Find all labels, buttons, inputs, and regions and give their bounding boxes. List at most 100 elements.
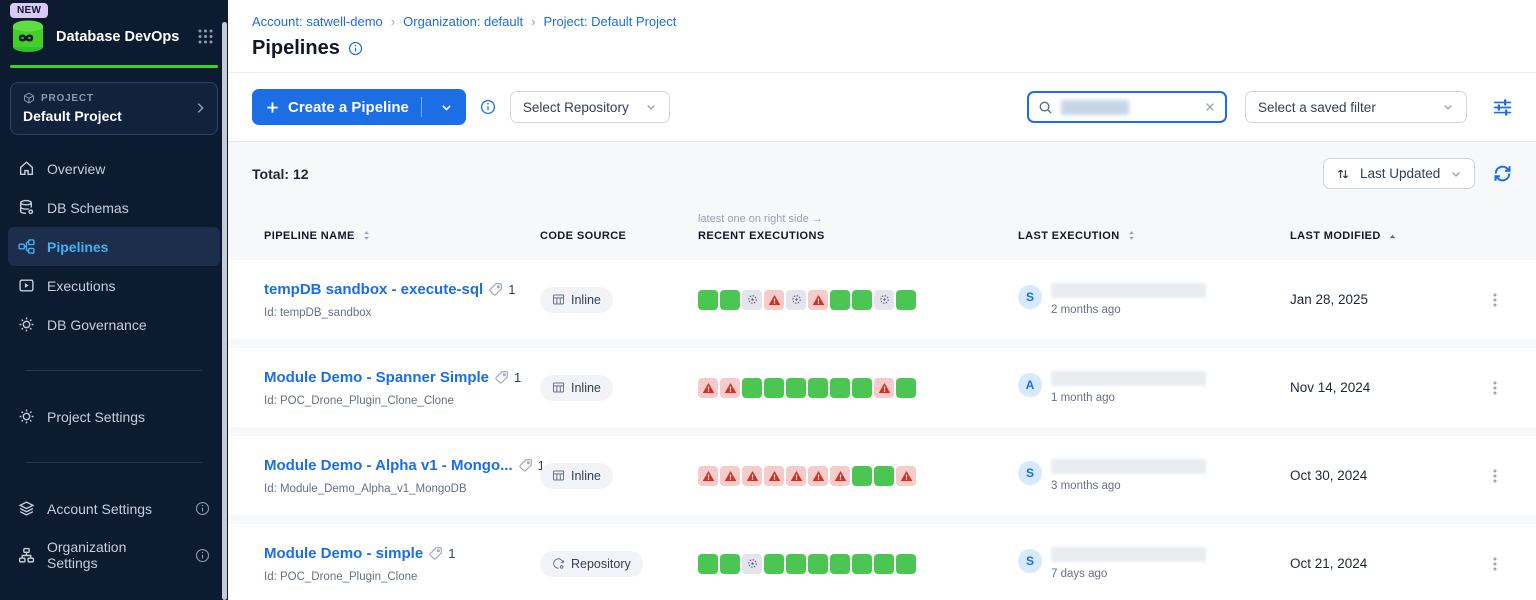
executions-note: latest one on right side → xyxy=(698,213,1018,225)
plus-icon xyxy=(265,100,280,115)
execution-status-error[interactable] xyxy=(764,290,784,310)
pipeline-name-link[interactable]: Module Demo - Spanner Simple xyxy=(264,369,489,386)
execution-status-success[interactable] xyxy=(720,554,740,574)
header-pipeline-name[interactable]: PIPELINE NAME xyxy=(264,229,540,242)
gear-icon xyxy=(18,408,35,425)
row-menu-kebab-icon[interactable] xyxy=(1488,292,1516,308)
sidebar-item-organization-settings[interactable]: Organization Settings xyxy=(8,528,220,582)
execution-status-error[interactable] xyxy=(742,466,762,486)
sidebar-scrollbar[interactable] xyxy=(222,22,227,600)
execution-status-success[interactable] xyxy=(874,466,894,486)
row-menu-kebab-icon[interactable] xyxy=(1488,380,1516,396)
pipeline-table-body: tempDB sandbox - execute-sql 1 Id: tempD… xyxy=(228,260,1536,600)
execution-status-success[interactable] xyxy=(742,378,762,398)
app-grid-icon[interactable] xyxy=(197,28,214,45)
saved-filter-dropdown[interactable]: Select a saved filter xyxy=(1245,91,1467,123)
sidebar-item-db-schemas[interactable]: DB Schemas xyxy=(8,188,220,227)
project-switcher[interactable]: PROJECT Default Project xyxy=(10,82,218,135)
chevron-down-icon[interactable] xyxy=(431,101,462,114)
execution-status-error[interactable] xyxy=(830,466,850,486)
pipeline-id: Id: tempDB_sandbox xyxy=(264,307,540,319)
select-repository-value: Select Repository xyxy=(523,100,629,115)
execution-status-success[interactable] xyxy=(852,290,872,310)
sidebar-item-overview[interactable]: Overview xyxy=(8,149,220,188)
sidebar-item-account-settings[interactable]: Account Settings xyxy=(8,489,220,528)
sort-dropdown[interactable]: Last Updated xyxy=(1323,158,1475,189)
execution-status-skipped[interactable] xyxy=(874,290,894,310)
execution-status-success[interactable] xyxy=(720,290,740,310)
execution-status-skipped[interactable] xyxy=(786,290,806,310)
execution-status-error[interactable] xyxy=(764,466,784,486)
execution-status-error[interactable] xyxy=(874,378,894,398)
execution-status-success[interactable] xyxy=(896,290,916,310)
row-menu-kebab-icon[interactable] xyxy=(1488,556,1516,572)
filter-sliders-icon[interactable] xyxy=(1493,99,1512,116)
sidebar-item-db-governance[interactable]: DB Governance xyxy=(8,305,220,344)
info-icon[interactable] xyxy=(195,548,210,563)
code-source-cell: Inline xyxy=(540,287,698,313)
execution-status-success[interactable] xyxy=(896,378,916,398)
pipeline-name-link[interactable]: Module Demo - Alpha v1 - Mongo... xyxy=(264,457,513,474)
select-repository-dropdown[interactable]: Select Repository xyxy=(510,91,670,123)
info-icon[interactable] xyxy=(348,41,363,56)
execution-status-error[interactable] xyxy=(786,466,806,486)
header-last-modified[interactable]: LAST MODIFIED xyxy=(1290,230,1474,242)
execution-status-success[interactable] xyxy=(852,466,872,486)
gear-icon xyxy=(18,316,35,333)
header-last-execution[interactable]: LAST EXECUTION xyxy=(1018,229,1290,242)
sidebar-item-label: Pipelines xyxy=(47,239,108,255)
execution-status-success[interactable] xyxy=(786,378,806,398)
sort-both-icon xyxy=(361,229,372,242)
info-icon[interactable] xyxy=(195,501,210,516)
search-input[interactable] xyxy=(1027,91,1227,123)
execution-status-skipped[interactable] xyxy=(742,554,762,574)
execution-status-success[interactable] xyxy=(786,554,806,574)
pipeline-name-link[interactable]: Module Demo - simple xyxy=(264,545,423,562)
execution-status-error[interactable] xyxy=(720,466,740,486)
execution-status-success[interactable] xyxy=(764,554,784,574)
search-icon xyxy=(1038,100,1053,115)
execution-status-success[interactable] xyxy=(852,378,872,398)
main-content: Account: satwell-demo › Organization: de… xyxy=(228,0,1536,600)
execution-status-error[interactable] xyxy=(896,466,916,486)
execution-status-success[interactable] xyxy=(764,378,784,398)
create-pipeline-button[interactable]: Create a Pipeline xyxy=(252,89,466,125)
execution-time-ago: 3 months ago xyxy=(1051,480,1206,492)
execution-status-success[interactable] xyxy=(830,554,850,574)
row-menu-kebab-icon[interactable] xyxy=(1488,468,1516,484)
execution-status-error[interactable] xyxy=(808,466,828,486)
execution-status-success[interactable] xyxy=(698,554,718,574)
execution-status-success[interactable] xyxy=(830,378,850,398)
recent-executions xyxy=(698,378,1018,398)
sidebar-item-label: Account Settings xyxy=(47,501,152,517)
execution-status-error[interactable] xyxy=(698,378,718,398)
execution-status-success[interactable] xyxy=(830,290,850,310)
code-source-label: Repository xyxy=(571,557,631,571)
execution-status-success[interactable] xyxy=(808,554,828,574)
breadcrumb-account[interactable]: Account: satwell-demo xyxy=(252,14,383,29)
execution-status-success[interactable] xyxy=(698,290,718,310)
breadcrumb-project[interactable]: Project: Default Project xyxy=(543,14,676,29)
refresh-icon[interactable] xyxy=(1493,164,1512,183)
execution-status-success[interactable] xyxy=(808,378,828,398)
page-title: Pipelines xyxy=(252,37,340,60)
clear-search-icon[interactable] xyxy=(1204,101,1216,113)
execution-status-error[interactable] xyxy=(698,466,718,486)
execution-status-success[interactable] xyxy=(874,554,894,574)
execution-status-success[interactable] xyxy=(896,554,916,574)
saved-filter-value: Select a saved filter xyxy=(1258,100,1376,115)
execution-status-error[interactable] xyxy=(808,290,828,310)
execution-status-skipped[interactable] xyxy=(742,290,762,310)
execution-status-success[interactable] xyxy=(852,554,872,574)
sidebar-item-pipelines[interactable]: Pipelines xyxy=(8,227,220,266)
breadcrumb-organization[interactable]: Organization: default xyxy=(403,14,523,29)
sidebar-item-label: DB Schemas xyxy=(47,200,129,216)
execution-status-error[interactable] xyxy=(720,378,740,398)
sidebar-item-project-settings[interactable]: Project Settings xyxy=(8,397,220,436)
sidebar-item-executions[interactable]: Executions xyxy=(8,266,220,305)
sidebar-item-label: DB Governance xyxy=(47,317,147,333)
tag-icon xyxy=(494,370,509,385)
search-redacted-text xyxy=(1061,100,1129,115)
info-icon[interactable] xyxy=(480,99,496,115)
pipeline-name-link[interactable]: tempDB sandbox - execute-sql xyxy=(264,281,483,298)
